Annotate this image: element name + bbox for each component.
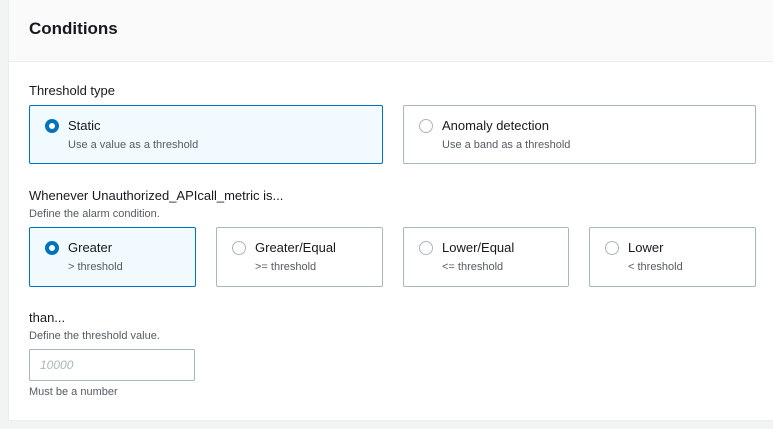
greater-equal-label: Greater/Equal: [255, 240, 336, 255]
lower-equal-description: <= threshold: [442, 261, 504, 273]
anomaly-detection-label: Anomaly detection: [442, 118, 549, 133]
threshold-type-anomaly-option[interactable]: Anomaly detection Use a band as a thresh…: [403, 105, 756, 164]
lower-label: Lower: [628, 240, 664, 255]
condition-lower-option[interactable]: Lower < threshold: [589, 227, 756, 287]
static-description: Use a value as a threshold: [68, 139, 199, 151]
panel-title: Conditions: [29, 19, 118, 38]
lower-equal-radio[interactable]: [419, 241, 433, 255]
greater-equal-radio[interactable]: [232, 241, 246, 255]
panel-header: Conditions: [9, 0, 773, 62]
condition-label: Whenever Unauthorized_APIcall_metric is.…: [29, 188, 284, 203]
threshold-value-constraint: Must be a number: [29, 386, 118, 398]
threshold-type-static-option[interactable]: Static Use a value as a threshold: [29, 105, 383, 164]
threshold-type-label: Threshold type: [29, 83, 115, 98]
threshold-value-input[interactable]: [29, 349, 195, 381]
threshold-value-label: than...: [29, 310, 66, 325]
lower-equal-label: Lower/Equal: [442, 240, 515, 255]
conditions-panel: Conditions Threshold type Static Use a v…: [8, 0, 773, 421]
greater-equal-description: >= threshold: [255, 261, 317, 273]
lower-radio[interactable]: [605, 241, 619, 255]
static-label: Static: [68, 118, 101, 133]
condition-greater-option[interactable]: Greater > threshold: [29, 227, 196, 287]
lower-description: < threshold: [628, 261, 683, 273]
threshold-value-description: Define the threshold value.: [29, 330, 160, 342]
condition-lower-equal-option[interactable]: Lower/Equal <= threshold: [403, 227, 569, 287]
greater-radio[interactable]: [45, 241, 59, 255]
greater-description: > threshold: [68, 261, 123, 273]
anomaly-detection-description: Use a band as a threshold: [442, 139, 571, 151]
condition-greater-equal-option[interactable]: Greater/Equal >= threshold: [216, 227, 383, 287]
condition-description: Define the alarm condition.: [29, 208, 160, 220]
static-radio[interactable]: [45, 119, 59, 133]
anomaly-detection-radio[interactable]: [419, 119, 433, 133]
greater-label: Greater: [68, 240, 113, 255]
